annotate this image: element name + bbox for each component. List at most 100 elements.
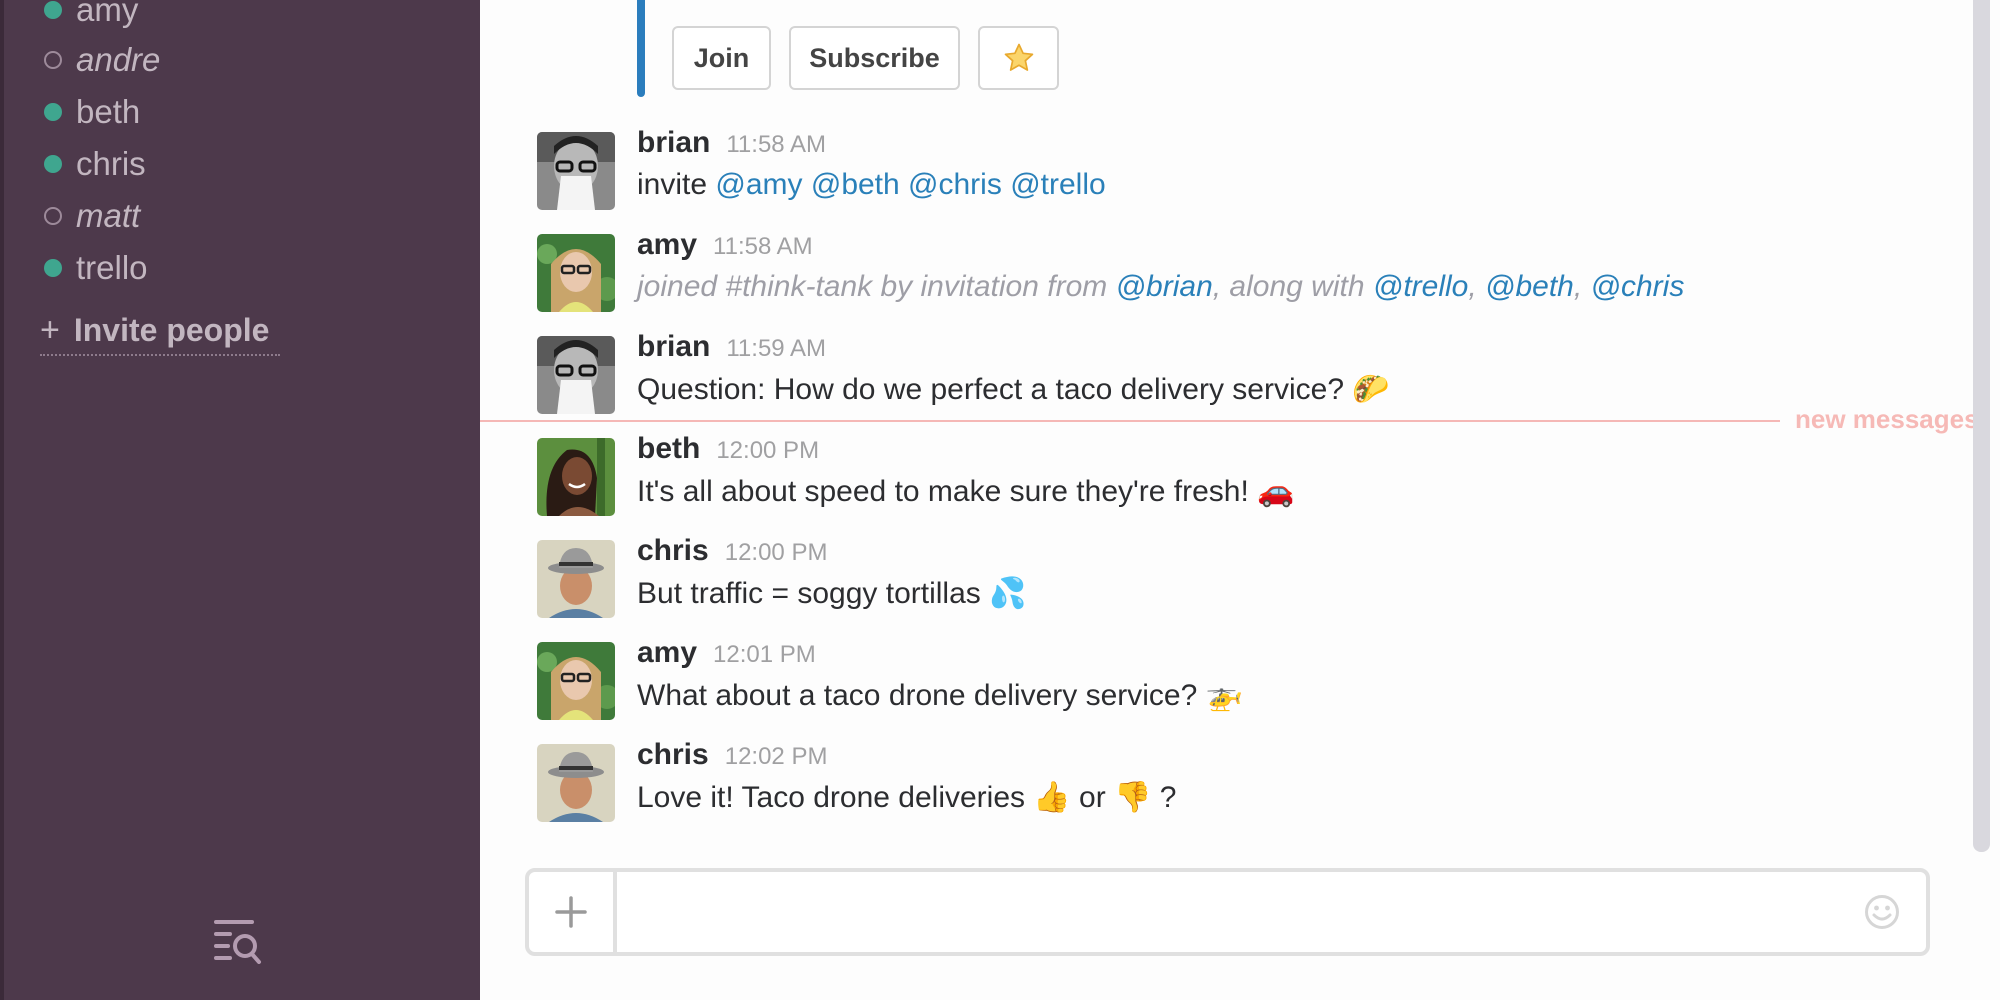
message-author[interactable]: brian (637, 330, 710, 364)
message-header: brian 11:58 AM (637, 126, 826, 160)
message-author[interactable]: brian (637, 126, 710, 160)
message-text: What about a taco drone delivery service… (637, 679, 1206, 712)
message-author[interactable]: amy (637, 228, 697, 262)
new-messages-label[interactable]: new messages (1795, 404, 1979, 435)
message-row: amy 11:58 AM joined #think-tank by invitat… (537, 228, 1937, 324)
dm-item-label: amy (76, 0, 139, 28)
message-timestamp[interactable]: 11:59 AM (726, 335, 826, 363)
avatar-amy[interactable] (537, 642, 615, 720)
presence-active-icon (44, 103, 62, 121)
avatar-brian[interactable] (537, 336, 615, 414)
star-button[interactable] (978, 26, 1059, 90)
message-author[interactable]: beth (637, 432, 700, 466)
message-body: What about a taco drone delivery service… (637, 678, 1243, 713)
message-author[interactable]: chris (637, 738, 709, 772)
user-mention-link[interactable]: @beth (811, 168, 900, 201)
message-row: brian 11:58 AM invite @amy @beth @chris @t… (537, 126, 1937, 222)
subscribe-button[interactable]: Subscribe (789, 26, 960, 90)
dm-item-andre[interactable]: andre (44, 38, 160, 82)
message-header: chris 12:00 PM (637, 534, 827, 568)
dm-item-label: chris (76, 145, 146, 182)
message-body: It's all about speed to make sure they'r… (637, 474, 1294, 509)
message-text: invite (637, 168, 716, 201)
message-body: joined #think-tank by invitation from @b… (637, 270, 1684, 304)
message-pane: Join Subscribe brian 11:58 AM invite @amy … (480, 0, 2000, 1000)
avatar-beth[interactable] (537, 438, 615, 516)
avatar-brian[interactable] (537, 132, 615, 210)
star-icon (1004, 43, 1033, 71)
message-body: Love it! Taco drone deliveries 👍 or 👎 ? (637, 780, 1176, 815)
avatar-chris[interactable] (537, 540, 615, 618)
message-timestamp[interactable]: 11:58 AM (713, 233, 813, 261)
message-text: It's all about speed to make sure they'r… (637, 475, 1258, 508)
message-text: joined #think-tank by invitation from (637, 270, 1116, 303)
message-text (803, 168, 811, 201)
sidebar: amy andre beth chris matt trello + Invite peo… (0, 0, 480, 1000)
message-body: But traffic = soggy tortillas 💦 (637, 576, 1026, 611)
dm-item-amy[interactable]: amy (44, 0, 138, 32)
dm-item-chris[interactable]: chris (44, 142, 146, 186)
thumbs-down-emoji: 👎 (1114, 780, 1152, 815)
user-mention-link[interactable]: @trello (1010, 168, 1105, 201)
message-header: beth 12:00 PM (637, 432, 819, 466)
message-header: brian 11:59 AM (637, 330, 826, 364)
user-mention-link[interactable]: @trello (1373, 270, 1468, 303)
avatar-amy[interactable] (537, 234, 615, 312)
car-emoji: 🚗 (1257, 474, 1295, 509)
sidebar-edge (0, 0, 4, 1000)
presence-away-icon (44, 207, 62, 225)
message-text: But traffic = soggy tortillas (637, 577, 990, 610)
avatar-chris[interactable] (537, 744, 615, 822)
attachment-bar (637, 0, 645, 97)
plus-icon (555, 896, 587, 928)
emoji-picker-button[interactable] (1864, 894, 1900, 930)
attach-file-button[interactable] (529, 872, 617, 952)
user-mention-link[interactable]: @beth (1485, 270, 1574, 303)
message-row: beth 12:00 PM It's all about speed to make… (537, 432, 1937, 528)
join-button[interactable]: Join (672, 26, 771, 90)
list-search-icon[interactable] (212, 918, 268, 964)
user-mention-link[interactable]: @brian (1116, 270, 1213, 303)
message-text: , along with (1212, 270, 1373, 303)
message-input[interactable] (621, 872, 1821, 952)
message-row: chris 12:02 PM Love it! Taco drone deliver… (537, 738, 1937, 834)
invite-people-label: Invite people (73, 311, 270, 348)
message-text: , (1468, 270, 1486, 303)
presence-active-icon (44, 259, 62, 277)
plus-icon: + (40, 310, 60, 349)
message-body: Question: How do we perfect a taco deliv… (637, 372, 1390, 407)
new-messages-divider (480, 420, 1780, 422)
message-row: amy 12:01 PM What about a taco drone deliv… (537, 636, 1937, 732)
dm-item-matt[interactable]: matt (44, 194, 140, 238)
message-author[interactable]: chris (637, 534, 709, 568)
invite-people-button[interactable]: + Invite people (40, 308, 280, 356)
user-mention-link[interactable]: @chris (1591, 270, 1685, 303)
helicopter-emoji: 🚁 (1205, 678, 1243, 713)
thumbs-up-emoji: 👍 (1033, 780, 1071, 815)
message-timestamp[interactable]: 12:02 PM (725, 743, 828, 771)
message-author[interactable]: amy (637, 636, 697, 670)
message-header: amy 12:01 PM (637, 636, 816, 670)
taco-emoji: 🌮 (1352, 372, 1390, 407)
presence-active-icon (44, 1, 62, 19)
message-timestamp[interactable]: 12:01 PM (713, 641, 816, 669)
message-timestamp[interactable]: 12:00 PM (716, 437, 819, 465)
message-body: invite @amy @beth @chris @trello (637, 168, 1106, 202)
message-timestamp[interactable]: 12:00 PM (725, 539, 828, 567)
message-header: amy 11:58 AM (637, 228, 813, 262)
app-window: amy andre beth chris matt trello + Invite peo… (0, 0, 2000, 1000)
message-text: , (1573, 270, 1591, 303)
user-mention-link[interactable]: @amy (715, 168, 802, 201)
dm-item-trello[interactable]: trello (44, 246, 148, 290)
presence-away-icon (44, 51, 62, 69)
user-mention-link[interactable]: @chris (908, 168, 1002, 201)
presence-active-icon (44, 155, 62, 173)
message-timestamp[interactable]: 11:58 AM (726, 131, 826, 159)
message-text: Question: How do we perfect a taco deliv… (637, 373, 1353, 406)
message-row: chris 12:00 PM But traffic = soggy tortill… (537, 534, 1937, 630)
dm-item-beth[interactable]: beth (44, 90, 140, 134)
scrollbar[interactable] (1973, 0, 1990, 852)
message-text: or (1070, 781, 1115, 814)
message-text: ? (1151, 781, 1177, 814)
dm-item-label: trello (76, 249, 148, 286)
